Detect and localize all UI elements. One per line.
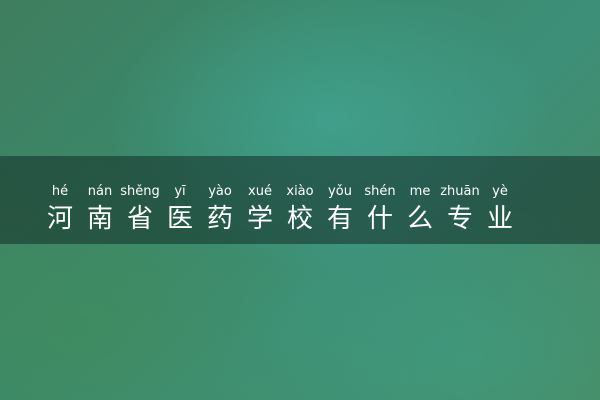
hanzi-char: 河 bbox=[46, 204, 73, 234]
pinyin-label: nán bbox=[87, 184, 113, 199]
pinyin-label: hé bbox=[51, 184, 69, 199]
pinyin-label: yè bbox=[492, 184, 508, 199]
title-char: yǒu 有 bbox=[320, 184, 360, 235]
hanzi-char: 么 bbox=[406, 204, 433, 234]
pinyin-label: xiào bbox=[286, 184, 314, 199]
hanzi-char: 学 bbox=[246, 204, 273, 234]
pinyin-label: yào bbox=[208, 184, 232, 199]
pinyin-label: me bbox=[409, 184, 431, 199]
title-char: yè 业 bbox=[480, 184, 520, 235]
hanzi-char: 南 bbox=[86, 204, 113, 234]
hanzi-char: 专 bbox=[446, 204, 473, 234]
title-char: shén 什 bbox=[360, 184, 400, 235]
hanzi-char: 省 bbox=[126, 204, 153, 234]
hanzi-char: 校 bbox=[286, 204, 313, 234]
pinyin-label: yǒu bbox=[328, 184, 352, 199]
page-title: hé 河 nán 南 shěng 省 yī 医 yào 药 xué 学 xiào… bbox=[40, 184, 520, 235]
title-char: me 么 bbox=[400, 184, 440, 235]
hanzi-char: 业 bbox=[486, 204, 513, 234]
hanzi-char: 什 bbox=[366, 204, 393, 234]
hanzi-char: 医 bbox=[166, 204, 193, 234]
title-char: xué 学 bbox=[240, 184, 280, 235]
title-char: nán 南 bbox=[80, 184, 120, 235]
pinyin-label: zhuān bbox=[440, 184, 480, 199]
pinyin-label: yī bbox=[174, 184, 186, 199]
hanzi-char: 药 bbox=[206, 204, 233, 234]
title-char: hé 河 bbox=[40, 184, 80, 235]
title-char: shěng 省 bbox=[120, 184, 160, 235]
hanzi-char: 有 bbox=[326, 204, 353, 234]
title-char: yào 药 bbox=[200, 184, 240, 235]
title-char: yī 医 bbox=[160, 184, 200, 235]
title-char: xiào 校 bbox=[280, 184, 320, 235]
pinyin-label: shěng bbox=[120, 184, 160, 199]
pinyin-label: xué bbox=[248, 184, 272, 199]
pinyin-label: shén bbox=[364, 184, 396, 199]
title-char: zhuān 专 bbox=[440, 184, 480, 235]
